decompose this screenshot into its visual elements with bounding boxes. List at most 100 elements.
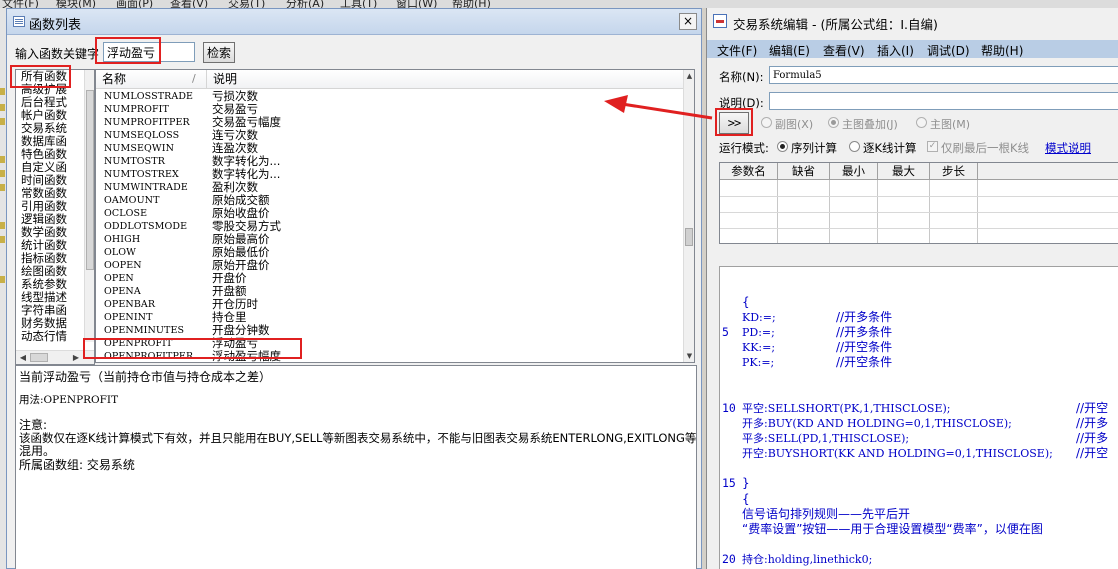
category-item[interactable]: 交易系统: [16, 122, 86, 135]
category-item[interactable]: 线型描述: [16, 291, 86, 304]
menu-file[interactable]: 文件(F): [717, 42, 757, 59]
run-mode-bar-radio[interactable]: [849, 141, 860, 152]
parameter-grid[interactable]: 参数名 缺省 最小 最大 步长: [719, 162, 1118, 244]
function-table[interactable]: 名称 / 说明 NUMLOSSTRADE 亏损次数 NUMPROFIT 交易盈亏 NUM…: [95, 69, 695, 363]
code-line: 5 PD:=; //开多条件: [720, 325, 1118, 340]
table-row[interactable]: OPENPROFIT 浮动盈亏: [96, 337, 684, 350]
category-list[interactable]: 所有函数 高级扩展 后台程式 帐户函数 交易系统 数据库函 特色函数 自定义函 时间函数 常数函数…: [15, 69, 95, 365]
table-row[interactable]: ODDLOTSMODE 零股交易方式: [96, 220, 684, 233]
code-text: PK:=;: [742, 356, 775, 369]
category-item[interactable]: 动态行情: [16, 330, 86, 343]
column-header-name[interactable]: 名称: [96, 70, 207, 89]
table-row[interactable]: OPEN 开盘价: [96, 272, 684, 285]
scroll-right-icon[interactable]: ▶: [70, 352, 82, 363]
close-icon[interactable]: ×: [679, 13, 697, 30]
category-item[interactable]: 引用函数: [16, 200, 86, 213]
category-item[interactable]: 数学函数: [16, 226, 86, 239]
formula-name-input[interactable]: [769, 66, 1118, 84]
category-item[interactable]: 指标函数: [16, 252, 86, 265]
keyword-input[interactable]: [103, 42, 195, 62]
table-row[interactable]: OHIGH 原始最高价: [96, 233, 684, 246]
category-item[interactable]: 绘图函数: [16, 265, 86, 278]
scroll-left-icon[interactable]: ◀: [17, 352, 29, 363]
bg-menu-item[interactable]: 画面(P): [116, 0, 153, 8]
mode-help-link[interactable]: 模式说明: [1045, 140, 1091, 156]
chart-mode-overlay-radio[interactable]: [828, 117, 839, 128]
table-row[interactable]: OCLOSE 原始收盘价: [96, 207, 684, 220]
scroll-thumb[interactable]: [86, 90, 94, 270]
chart-mode-sub-radio[interactable]: [761, 117, 772, 128]
category-item[interactable]: 帐户函数: [16, 109, 86, 122]
scroll-thumb[interactable]: [30, 353, 48, 362]
menu-insert[interactable]: 插入(I): [877, 42, 914, 59]
bg-menu-item[interactable]: 工具(T): [340, 0, 377, 8]
bg-menu-item[interactable]: 帮助(H): [452, 0, 491, 8]
code-line: KK:=; //开空条件: [720, 340, 1118, 355]
category-item[interactable]: 数据库函: [16, 135, 86, 148]
function-table-scrollbar[interactable]: ▲ ▼: [683, 70, 694, 362]
category-item[interactable]: 系统参数: [16, 278, 86, 291]
editor-titlebar[interactable]: 交易系统编辑 - (所属公式组：I.自编): [707, 8, 1118, 34]
bg-menu-item[interactable]: 查看(V): [170, 0, 208, 8]
category-item[interactable]: 自定义函: [16, 161, 86, 174]
table-row[interactable]: OPENMINUTES 开盘分钟数: [96, 324, 684, 337]
function-name: NUMTOSTR: [104, 156, 165, 167]
search-button[interactable]: 检索: [203, 42, 235, 63]
scroll-up-icon[interactable]: ▲: [685, 71, 694, 81]
table-row[interactable]: NUMPROFITPER 交易盈亏幅度: [96, 116, 684, 129]
line-number: 15: [722, 476, 736, 490]
table-row[interactable]: OPENBAR 开仓历时: [96, 298, 684, 311]
function-list-titlebar[interactable]: 函数列表 ×: [7, 9, 701, 35]
table-row[interactable]: NUMSEQWIN 连盈次数: [96, 142, 684, 155]
table-row[interactable]: OOPEN 原始开盘价: [96, 259, 684, 272]
column-header-desc[interactable]: 说明: [207, 70, 684, 89]
category-item[interactable]: 特色函数: [16, 148, 86, 161]
table-row[interactable]: OPENA 开盘额: [96, 285, 684, 298]
code-editor[interactable]: {KD:=;//开多条件 5 PD:=;//开多条件 KK:=;//开空条件 PK:=;…: [719, 266, 1118, 569]
menu-edit[interactable]: 编辑(E): [769, 42, 810, 59]
bg-menu-item[interactable]: 交易(T): [228, 0, 265, 8]
bg-menu-item[interactable]: 模块(M): [56, 0, 96, 8]
table-row[interactable]: NUMSEQLOSS 连亏次数: [96, 129, 684, 142]
code-text: 开空:BUYSHORT(KK AND HOLDING=0,1,THISCLOSE…: [742, 447, 1053, 460]
table-row[interactable]: NUMTOSTREX 数字转化为...: [96, 168, 684, 181]
scroll-down-icon[interactable]: ▼: [685, 351, 694, 361]
parameter-grid-header: 参数名 缺省 最小 最大 步长: [720, 163, 1118, 180]
scroll-thumb[interactable]: [685, 228, 693, 246]
table-row[interactable]: OPENPROFITPER 浮动盈亏幅度: [96, 350, 684, 363]
table-row[interactable]: NUMLOSSTRADE 亏损次数: [96, 90, 684, 103]
category-item[interactable]: 高级扩展: [16, 83, 86, 96]
formula-description-input[interactable]: [769, 92, 1118, 110]
category-vertical-scrollbar[interactable]: [84, 70, 94, 342]
category-item[interactable]: 统计函数: [16, 239, 86, 252]
category-item[interactable]: 时间函数: [16, 174, 86, 187]
table-row[interactable]: OLOW 原始最低价: [96, 246, 684, 259]
function-name: NUMWINTRADE: [104, 182, 188, 193]
bg-menu-item[interactable]: 窗口(W): [396, 0, 437, 8]
chart-mode-main-radio[interactable]: [916, 117, 927, 128]
category-horizontal-scrollbar[interactable]: ◀ ▶: [16, 350, 94, 364]
last-bar-only-checkbox[interactable]: ✓: [927, 141, 938, 152]
bg-menu-item[interactable]: 文件(F): [2, 0, 39, 8]
table-row[interactable]: OAMOUNT 原始成交额: [96, 194, 684, 207]
chart-mode-main-label: 主图(M): [930, 118, 971, 131]
category-item[interactable]: 字符串函: [16, 304, 86, 317]
menu-help[interactable]: 帮助(H): [981, 42, 1023, 59]
category-item[interactable]: 逻辑函数: [16, 213, 86, 226]
expand-button[interactable]: >>: [719, 112, 749, 134]
table-row[interactable]: NUMWINTRADE 盈利次数: [96, 181, 684, 194]
table-row[interactable]: NUMPROFIT 交易盈亏: [96, 103, 684, 116]
category-item[interactable]: 财务数据: [16, 317, 86, 330]
category-item[interactable]: 后台程式: [16, 96, 86, 109]
menu-view[interactable]: 查看(V): [823, 42, 865, 59]
function-name: OPENINT: [104, 312, 153, 323]
bg-menu-item[interactable]: 分析(A): [286, 0, 324, 8]
category-item[interactable]: 常数函数: [16, 187, 86, 200]
category-item[interactable]: 所有函数: [16, 70, 86, 83]
table-row[interactable]: OPENINT 持仓里: [96, 311, 684, 324]
run-mode-series-radio[interactable]: [777, 141, 788, 152]
menu-debug[interactable]: 调试(D): [927, 42, 970, 59]
param-column-max: 最大: [878, 163, 930, 180]
editor-menu-bar: 文件(F) 编辑(E) 查看(V) 插入(I) 调试(D) 帮助(H): [707, 40, 1118, 58]
table-row[interactable]: NUMTOSTR 数字转化为...: [96, 155, 684, 168]
